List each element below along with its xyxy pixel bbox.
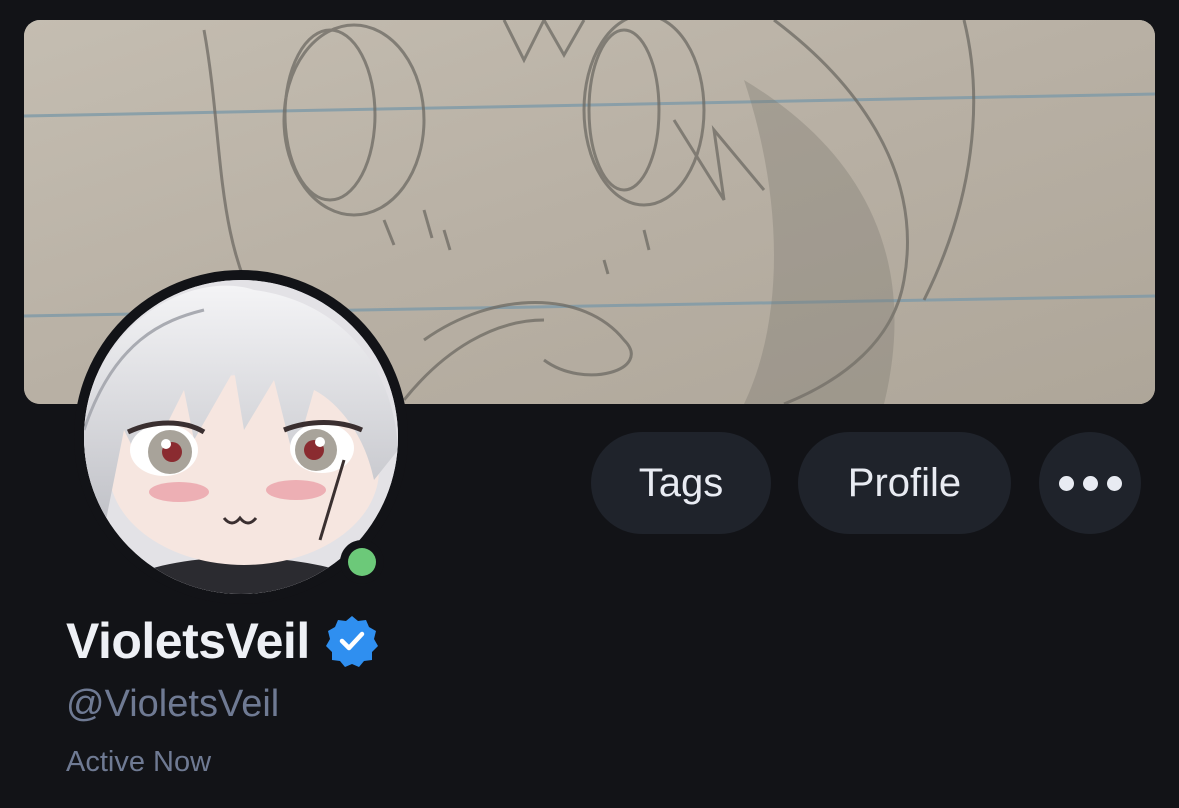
activity-status: Active Now: [66, 746, 212, 778]
name-row: VioletsVeil: [66, 612, 380, 670]
display-name: VioletsVeil: [66, 613, 310, 669]
more-horizontal-icon: [1058, 475, 1122, 491]
user-handle: @VioletsVeil: [66, 683, 280, 725]
verified-badge-icon: [325, 616, 378, 667]
profile-page: Tags Profile VioletsVeil @VioletsVeil Ac…: [0, 0, 1179, 808]
profile-button[interactable]: Profile: [798, 432, 1011, 534]
more-options-button[interactable]: [1039, 432, 1141, 534]
tags-button[interactable]: Tags: [591, 432, 771, 534]
online-status-indicator: [340, 540, 384, 584]
